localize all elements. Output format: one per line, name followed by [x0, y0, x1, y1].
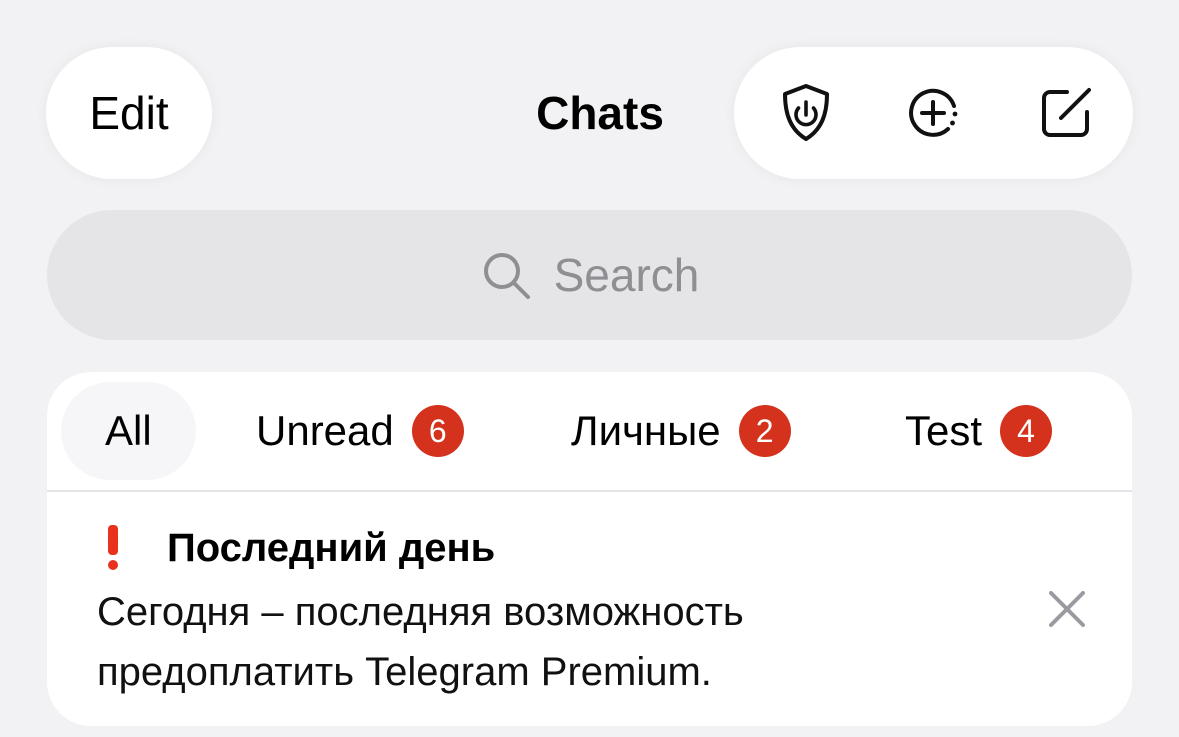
proxy-shield-button[interactable]: [766, 73, 846, 153]
tab-label: Личные: [571, 407, 721, 454]
compose-icon: [1042, 88, 1091, 137]
banner-header: Последний день: [103, 520, 495, 576]
unread-count-badge: 6: [411, 405, 464, 457]
tab-test[interactable]: Test 4: [905, 372, 1053, 490]
close-icon: [1049, 591, 1085, 627]
exclamation-icon: [103, 525, 123, 571]
unread-count-badge: 2: [738, 405, 791, 457]
banner-text[interactable]: Сегодня – последняя возможность предопла…: [97, 582, 977, 702]
tab-label: Test: [905, 407, 983, 454]
edit-button[interactable]: Edit: [46, 47, 212, 179]
new-story-button[interactable]: [893, 73, 973, 153]
header-actions: [734, 47, 1133, 179]
dismiss-banner-button[interactable]: [1037, 579, 1097, 639]
chat-list-card: All Unread 6 Личные 2 Test 4 Последний д…: [47, 372, 1132, 726]
tab-label: All: [105, 407, 152, 454]
compose-button[interactable]: [1026, 73, 1106, 153]
search-icon: [483, 253, 530, 299]
chat-filter-tabs: All Unread 6 Личные 2 Test 4: [47, 372, 1132, 492]
page-title: Chats: [536, 87, 664, 139]
tab-unread[interactable]: Unread 6: [256, 372, 464, 490]
tab-label: Unread: [256, 407, 394, 454]
add-circle-icon: [909, 88, 958, 137]
tab-all[interactable]: All: [61, 382, 196, 480]
unread-count-badge: 4: [1000, 405, 1053, 457]
search-placeholder: Search: [553, 249, 700, 301]
banner-title: Последний день: [167, 525, 496, 570]
shield-power-icon: [783, 84, 829, 141]
search-input[interactable]: Search: [47, 210, 1132, 340]
tab-personal[interactable]: Личные 2: [571, 372, 791, 490]
